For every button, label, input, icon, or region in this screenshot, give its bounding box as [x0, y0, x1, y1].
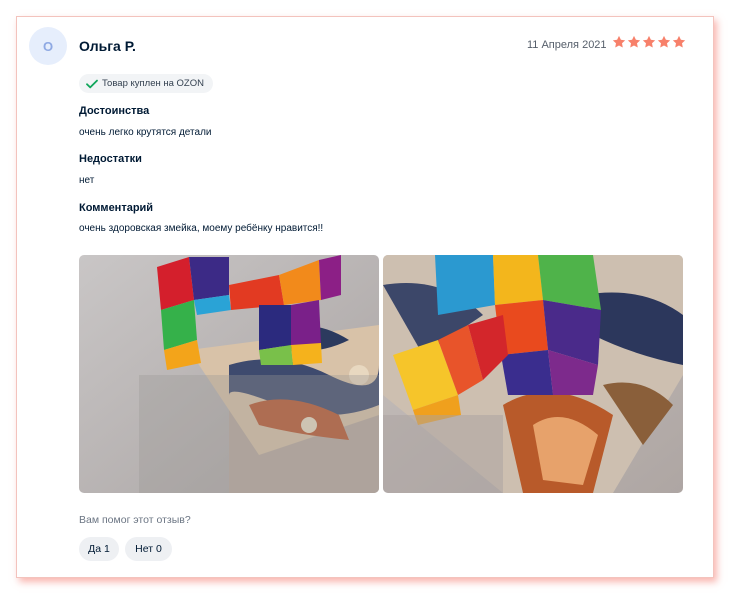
avatar-initial: О: [42, 38, 54, 54]
comment-text: очень здоровская змейка, моему ребёнку н…: [79, 223, 324, 234]
star-icon: [612, 35, 626, 48]
cons-heading: Недостатки: [79, 153, 142, 165]
verified-purchase-badge: Товар куплен на OZON: [79, 74, 213, 93]
no-label: Нет: [135, 543, 154, 555]
avatar[interactable]: О: [29, 27, 67, 65]
helpful-question: Вам помог этот отзыв?: [79, 514, 191, 526]
star-icon: [657, 35, 671, 48]
photo-image: [79, 255, 379, 493]
badge-text: Товар куплен на OZON: [102, 78, 204, 89]
photo-image: [383, 255, 683, 493]
pros-text: очень легко крутятся детали: [79, 127, 212, 138]
comment-heading: Комментарий: [79, 202, 154, 214]
rating-stars: [612, 35, 686, 49]
helpful-yes-button[interactable]: Да 1: [79, 537, 119, 561]
review-date: 11 Апреля 2021: [527, 39, 607, 51]
star-icon: [627, 35, 641, 48]
review-photo-2[interactable]: [383, 255, 683, 493]
yes-label: Да: [88, 543, 102, 555]
pros-heading: Достоинства: [79, 105, 150, 117]
review-card: О Ольга Р. 11 Апреля 2021 Товар куплен н…: [16, 16, 714, 578]
cons-text: нет: [79, 175, 95, 186]
author-name[interactable]: Ольга Р.: [79, 38, 136, 54]
review-photo-1[interactable]: [79, 255, 379, 493]
check-icon: [86, 79, 98, 88]
star-icon: [672, 35, 686, 48]
no-count: 0: [156, 543, 162, 555]
star-icon: [642, 35, 656, 48]
yes-count: 1: [104, 543, 110, 555]
helpful-no-button[interactable]: Нет 0: [125, 537, 172, 561]
